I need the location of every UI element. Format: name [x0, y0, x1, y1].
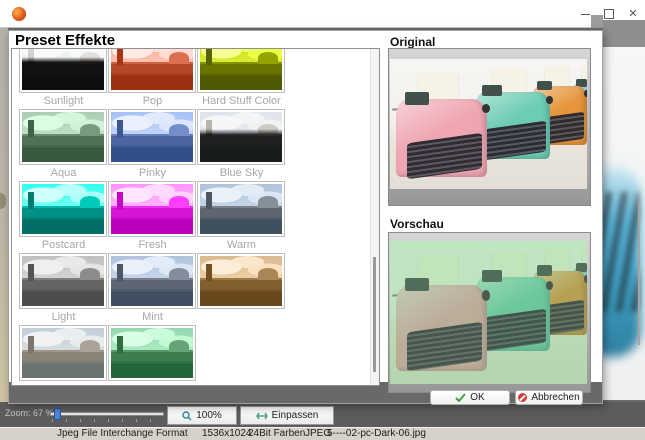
preset-tint-overlay — [200, 112, 282, 162]
preset-thumbnail[interactable] — [197, 253, 285, 309]
preset-label: Postcard — [19, 238, 108, 253]
preset-thumbnail[interactable] — [19, 325, 107, 381]
preset-effects-dialog: Preset Effekte Sunlight Pop Hard Stuff C… — [8, 30, 603, 404]
preset-thumbnail[interactable] — [108, 181, 196, 237]
status-filename: 5----02-pc-Dark-06.jpg — [327, 428, 426, 440]
preset-thumbnail[interactable] — [19, 48, 107, 93]
preset-label-row: Aqua Pinky Blue Sky — [19, 166, 286, 181]
background-left-edge — [0, 28, 8, 402]
preset-thumbnail[interactable] — [197, 109, 285, 165]
close-icon: ✕ — [628, 9, 637, 20]
magnifier-icon — [182, 411, 192, 421]
preset-thumbnail[interactable] — [197, 181, 285, 237]
original-image — [390, 59, 587, 189]
preset-scrollbar[interactable] — [370, 49, 379, 385]
app-logo-icon — [12, 7, 26, 21]
preset-label: Mint — [108, 310, 197, 325]
preview-label: Vorschau — [390, 217, 444, 231]
preset-tint-overlay — [22, 184, 104, 234]
preset-thumbnail[interactable] — [108, 253, 196, 309]
preset-tint-overlay — [200, 256, 282, 306]
preset-thumbnail[interactable] — [197, 48, 285, 93]
background-toolbar-strip — [603, 20, 645, 47]
cancel-icon — [518, 393, 527, 402]
preset-row — [19, 325, 286, 381]
preset-label: Warm — [197, 238, 286, 253]
blurred-keys — [603, 192, 639, 312]
preset-label: Hard Stuff Color — [197, 94, 286, 109]
status-dimensions: 1536x1024 — [202, 428, 252, 440]
maximize-icon — [604, 9, 614, 19]
fit-to-window-button[interactable]: Einpassen — [240, 406, 334, 425]
mint-effect-wash — [390, 241, 587, 384]
cancel-label: Abbrechen — [531, 392, 579, 403]
zoom-slider-ticks — [52, 419, 164, 422]
window-edge-decoration — [591, 15, 603, 28]
status-bar: Jpeg File Interchange Format 1536x1024 2… — [0, 427, 645, 440]
preset-thumbnail[interactable] — [19, 181, 107, 237]
preview-image — [390, 241, 587, 384]
preset-tint-overlay — [111, 256, 193, 306]
zoom-slider-track[interactable] — [50, 412, 164, 416]
background-editor-canvas — [603, 20, 645, 400]
preset-list-panel: Sunlight Pop Hard Stuff Color Aqua Pinky… — [11, 48, 380, 386]
preset-thumbnail[interactable] — [108, 325, 196, 381]
preset-label: Sunlight — [19, 94, 108, 109]
preset-row — [19, 109, 286, 165]
pink-typewriter — [396, 99, 487, 177]
preset-label: Light — [19, 310, 108, 325]
ok-label: OK — [470, 392, 484, 403]
preset-scrollbar-thumb[interactable] — [373, 257, 376, 371]
preset-thumbnail[interactable] — [19, 109, 107, 165]
preset-thumbnail[interactable] — [108, 48, 196, 93]
preset-label-row: Light Mint — [19, 310, 286, 325]
dialog-title: Preset Effekte — [15, 32, 115, 49]
preset-tint-overlay — [200, 48, 282, 90]
preset-tint-overlay — [111, 184, 193, 234]
fit-label: Einpassen — [272, 410, 319, 421]
zoom-slider-thumb[interactable] — [54, 408, 61, 420]
preset-tint-overlay — [111, 48, 193, 90]
preset-grid: Sunlight Pop Hard Stuff Color Aqua Pinky… — [19, 48, 286, 382]
left-edge-tab — [0, 193, 6, 209]
preset-tint-overlay — [22, 328, 104, 378]
zoom-level-label: Zoom: 67 % — [5, 408, 54, 418]
preset-label: Blue Sky — [197, 166, 286, 181]
ok-button[interactable]: OK — [430, 390, 510, 405]
preset-tint-overlay — [22, 256, 104, 306]
original-label: Original — [390, 35, 435, 49]
cancel-button[interactable]: Abbrechen — [515, 390, 583, 405]
preset-thumbnail[interactable] — [19, 253, 107, 309]
status-color-depth: 24Bit Farben — [248, 428, 305, 440]
preset-label-row: Sunlight Pop Hard Stuff Color — [19, 94, 286, 109]
preset-label-row: Postcard Fresh Warm — [19, 238, 286, 253]
fit-arrows-icon — [256, 411, 268, 421]
preset-label: Pinky — [108, 166, 197, 181]
preset-tint-overlay — [111, 328, 193, 378]
preset-tint-overlay — [111, 112, 193, 162]
original-frame — [388, 48, 591, 206]
canvas-peek — [603, 47, 645, 400]
preview-frame — [388, 232, 591, 393]
preset-thumbnail[interactable] — [108, 109, 196, 165]
preset-row — [19, 181, 286, 237]
preset-tint-overlay — [200, 184, 282, 234]
preset-tint-overlay — [22, 48, 104, 90]
preset-row — [19, 253, 286, 309]
preset-label: Fresh — [108, 238, 197, 253]
canvas-scrollbar[interactable] — [638, 199, 640, 345]
preset-label: Aqua — [19, 166, 108, 181]
check-icon — [455, 393, 466, 402]
zoom-100-button[interactable]: 100% — [167, 406, 237, 425]
titlebar: ✕ — [0, 0, 645, 28]
status-file-format: Jpeg File Interchange Format — [57, 428, 188, 440]
preset-row — [19, 48, 286, 93]
zoom-100-label: 100% — [196, 410, 222, 421]
preset-label: Pop — [108, 94, 197, 109]
app-window: ✕ Zoom: 67 % 100% Einpassen Jpeg File In… — [0, 0, 645, 440]
bottom-toolbar: Zoom: 67 % 100% Einpassen — [0, 402, 645, 427]
preset-tint-overlay — [22, 112, 104, 162]
minimize-icon — [581, 14, 590, 15]
